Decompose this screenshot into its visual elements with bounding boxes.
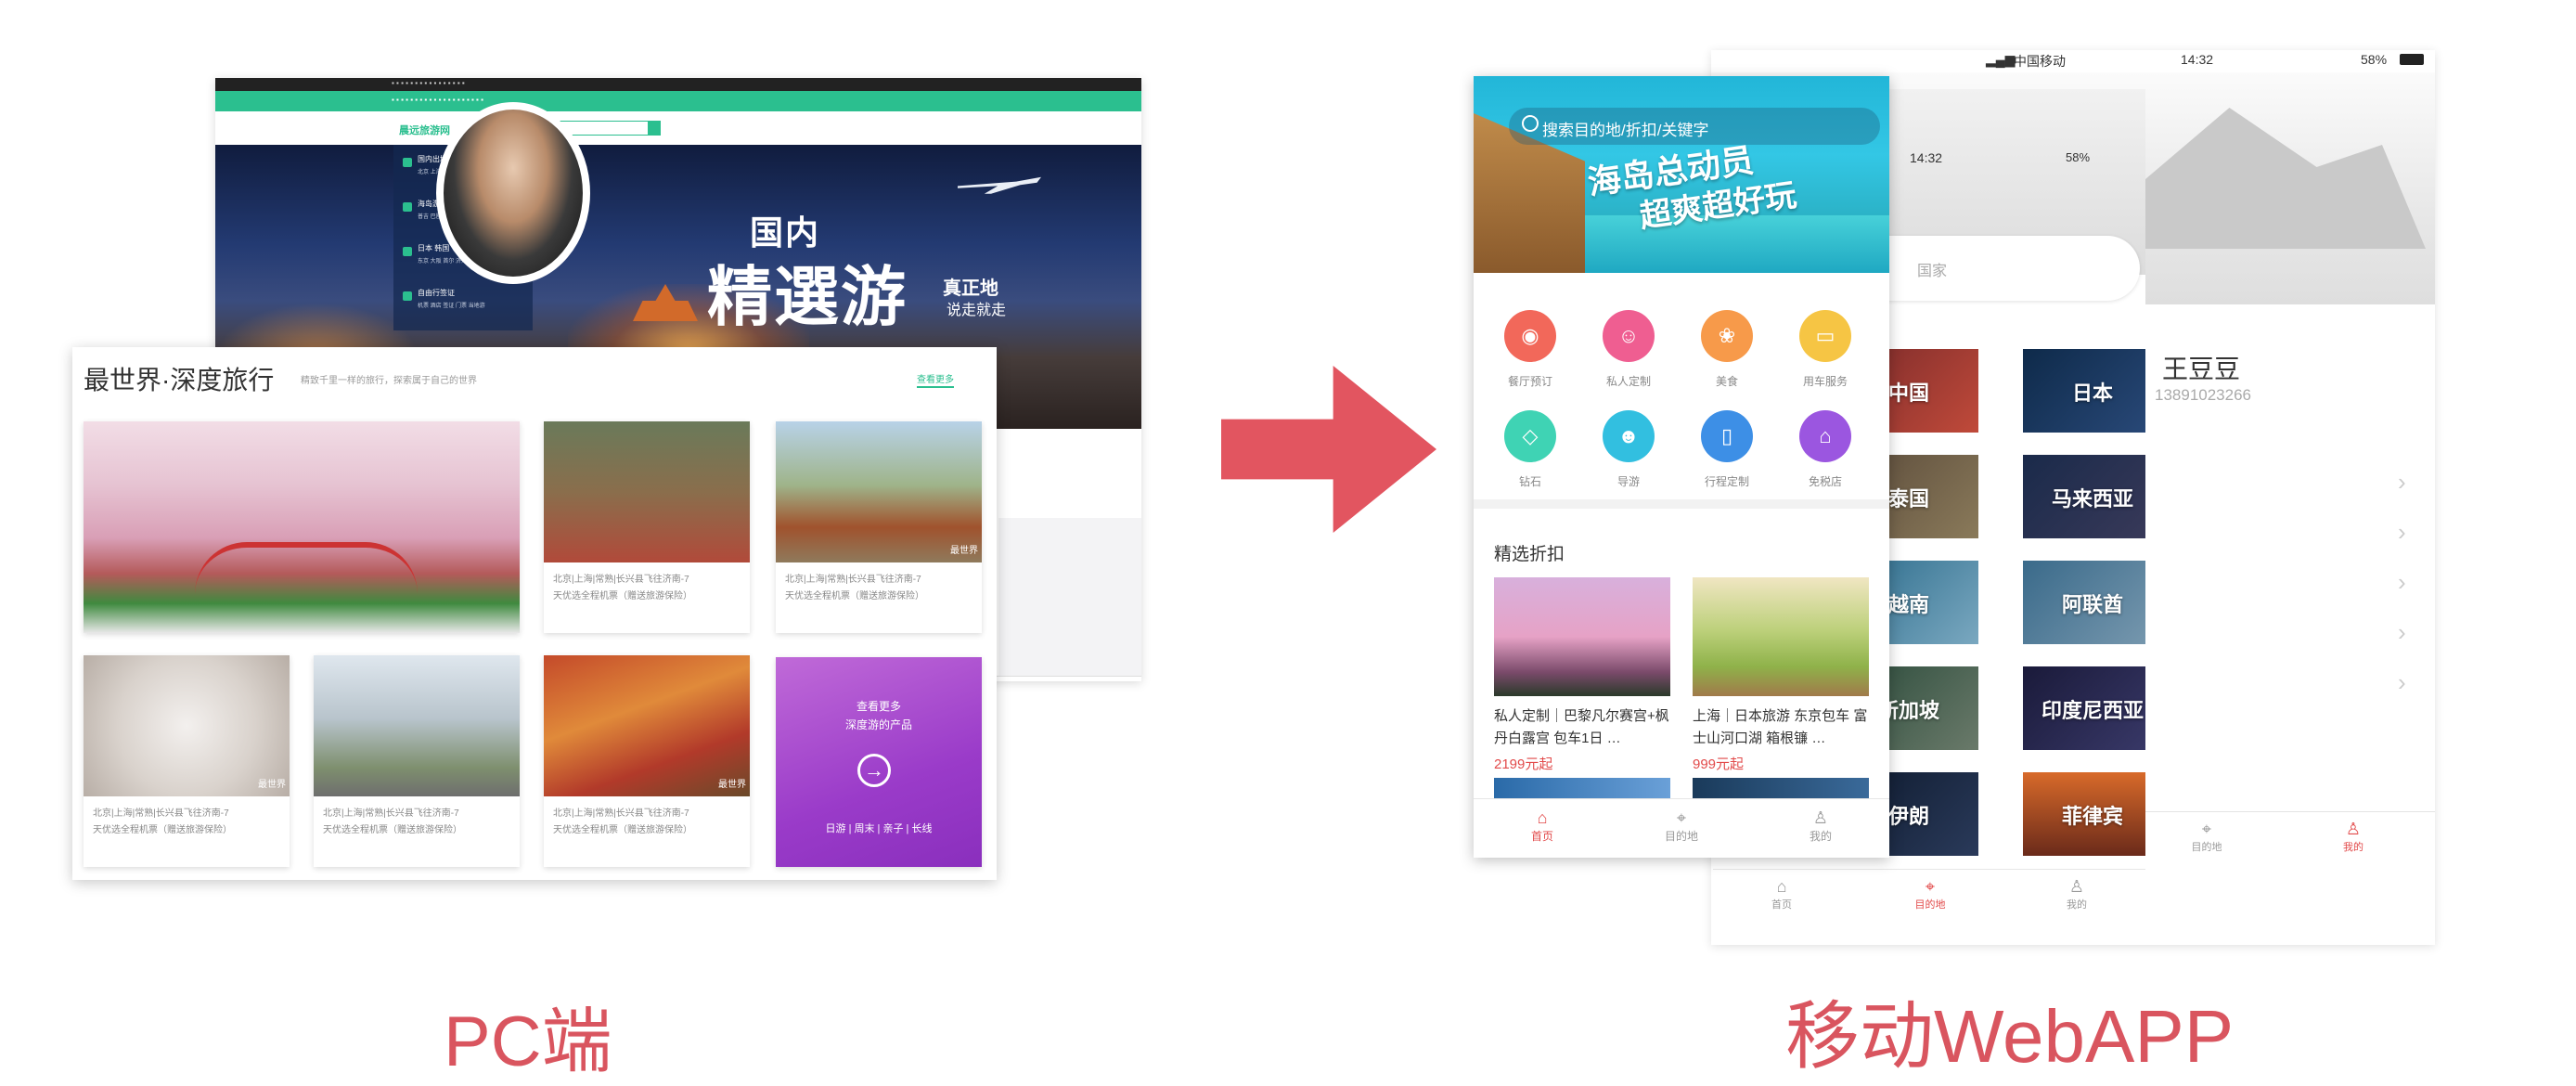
status-bar: ▂▄▆ 中国移动 14:32 58% xyxy=(1711,50,2435,72)
pc-search-button[interactable] xyxy=(648,121,661,136)
pc-menu-item[interactable]: 自由行签证 机票 酒店 签证 门票 当地游 xyxy=(403,286,523,323)
chevron-right-icon[interactable]: › xyxy=(2398,618,2406,647)
section-subtitle: 精致千里一样的旅行，探索属于自己的世界 xyxy=(301,376,477,386)
pc-card[interactable]: 北京|上海|常熟|长兴县飞往济南-7 天优选全程机票（赠送旅游保险） xyxy=(314,655,520,867)
plane-shape xyxy=(958,176,1041,194)
location-icon: ⌖ xyxy=(2201,820,2212,838)
location-icon: ⌖ xyxy=(1925,877,1936,896)
destination-image xyxy=(314,655,520,796)
tab-home[interactable]: ⌂ 首页 xyxy=(1745,877,1819,911)
tab-mine[interactable]: ♙ 我的 xyxy=(2040,877,2114,911)
arrow-right-icon: → xyxy=(857,754,891,787)
menu-bullet-icon xyxy=(403,202,412,212)
menu-bullet-icon xyxy=(403,247,412,256)
tab-destination[interactable]: ⌖ 目的地 xyxy=(1893,877,1967,911)
caption-mobile: 移动WebAPP xyxy=(1785,995,2235,1078)
user-icon: ♙ xyxy=(2068,877,2085,896)
menu-bullet-icon xyxy=(403,291,412,301)
chevron-right-icon[interactable]: › xyxy=(2398,668,2406,697)
category-item[interactable]: ◇ 钻石 xyxy=(1488,410,1572,489)
section-more-link[interactable]: 查看更多 xyxy=(917,371,954,388)
search-icon xyxy=(1522,115,1539,132)
bag-icon: ⌂ xyxy=(1799,410,1851,462)
menu-bullet-icon xyxy=(403,158,412,167)
home-tab-bar: ⌂ 首页 ⌖ 目的地 ♙ 我的 xyxy=(1474,798,1889,858)
destination-tile[interactable]: 菲律宾 xyxy=(2023,772,2145,856)
guide-icon: ☻ xyxy=(1603,410,1655,462)
destination-tile[interactable]: 马来西亚 xyxy=(2023,455,2145,538)
home-icon: ⌂ xyxy=(1537,808,1548,827)
pc-search-row: 晨远旅游网 请输入目的地/景点/关键字 xyxy=(215,111,1141,145)
avatar[interactable] xyxy=(436,102,590,284)
chevron-right-icon[interactable]: › xyxy=(2398,468,2406,497)
tab-mine[interactable]: ♙ 我的 xyxy=(1784,808,1858,844)
username: 王豆豆 xyxy=(2162,355,2241,383)
banner-text-4: 说走就走 xyxy=(947,303,1007,318)
category-item[interactable]: ▯ 行程定制 xyxy=(1685,410,1769,489)
destination-image xyxy=(544,421,750,562)
pc-card[interactable]: 最世界 北京|上海|常熟|长兴县飞往济南-7 天优选全程机票（赠送旅游保险） xyxy=(544,655,750,867)
user-icon: ♙ xyxy=(2345,820,2362,838)
banner-text-3: 真正地 xyxy=(943,278,998,299)
user-icon: ♙ xyxy=(1812,808,1829,827)
category-item[interactable]: ☻ 导游 xyxy=(1587,410,1670,489)
deal-image xyxy=(1693,577,1869,696)
cherry-blossom-image xyxy=(84,421,520,633)
section-title: 最世界·深度旅行 xyxy=(84,366,275,394)
right-arrow-icon xyxy=(1221,366,1436,533)
pc-card[interactable]: 北京|上海|常熟|长兴县飞往济南-7 天优选全程机票（赠送旅游保险） xyxy=(544,421,750,633)
pc-card-large[interactable] xyxy=(84,421,520,633)
notebook-icon: ▯ xyxy=(1701,410,1753,462)
destination-tile[interactable]: 阿联酋 xyxy=(2023,561,2145,644)
more-products-card[interactable]: 查看更多 深度游的产品 → 日游 | 周末 | 亲子 | 长线 xyxy=(776,657,982,867)
tab-destination[interactable]: ⌖ 目的地 xyxy=(1644,808,1719,844)
car-icon: ▭ xyxy=(1799,310,1851,362)
pc-card[interactable]: 最世界 北京|上海|常熟|长兴县飞往济南-7 天优选全程机票（赠送旅游保险） xyxy=(776,421,982,633)
deal-image xyxy=(1494,577,1670,696)
chevron-right-icon[interactable]: › xyxy=(2398,568,2406,597)
food-icon: ❀ xyxy=(1701,310,1753,362)
section-title: 精选折扣 xyxy=(1494,545,1565,564)
category-item[interactable]: ❀ 美食 xyxy=(1685,310,1769,389)
deal-card[interactable]: 上海｜日本旅游 东京包车 富士山河口湖 箱根镰 … 999元起 xyxy=(1693,577,1869,773)
home-icon: ⌂ xyxy=(1776,877,1787,896)
pc-green-nav: ▪ ▪ ▪ ▪ ▪ ▪ ▪ ▪ ▪ ▪ ▪ ▪ ▪ ▪ ▪ ▪ ▪ ▪ ▪ ▪ xyxy=(215,91,1141,111)
category-item[interactable]: ▭ 用车服务 xyxy=(1784,310,1867,389)
bowl-icon: ◉ xyxy=(1504,310,1556,362)
tab-destination[interactable]: ⌖ 目的地 xyxy=(2170,820,2244,854)
tab-home[interactable]: ⌂ 首页 xyxy=(1505,808,1579,844)
pc-card[interactable]: 最世界 北京|上海|常熟|长兴县飞往济南-7 天优选全程机票（赠送旅游保险） xyxy=(84,655,290,867)
battery-icon xyxy=(2400,54,2424,65)
chevron-right-icon[interactable]: › xyxy=(2398,518,2406,547)
mobile-home-screenshot: 搜索目的地/折扣/关键字 海岛总动员 超爽超好玩 ◉ 餐厅预订 ☺ 私人定制 ❀ 美食… xyxy=(1474,76,1889,858)
pc-logo: 晨远旅游网 xyxy=(399,125,450,136)
destination-tile[interactable]: 印度尼西亚 xyxy=(2023,666,2145,750)
diamond-icon: ◇ xyxy=(1504,410,1556,462)
pc-section-screenshot: 最世界·深度旅行 精致千里一样的旅行，探索属于自己的世界 查看更多 北京|上海|… xyxy=(72,347,997,880)
tab-mine[interactable]: ♙ 我的 xyxy=(2316,820,2390,854)
category-item[interactable]: ☺ 私人定制 xyxy=(1587,310,1670,389)
deal-card[interactable]: 私人定制｜巴黎凡尔赛宫+枫丹白露宫 包车1日 … 2199元起 xyxy=(1494,577,1670,773)
banner-headline: 精選游 xyxy=(707,261,908,333)
home-banner: 搜索目的地/折扣/关键字 海岛总动员 超爽超好玩 xyxy=(1474,76,1889,273)
pc-top-bar: ▪ ▪ ▪ ▪ ▪ ▪ ▪ ▪ ▪ ▪ ▪ ▪ ▪ ▪ ▪ ▪ xyxy=(215,78,1141,91)
home-search-input[interactable]: 搜索目的地/折扣/关键字 xyxy=(1509,108,1880,145)
person-icon: ☺ xyxy=(1603,310,1655,362)
deal-price: 999元起 xyxy=(1693,756,1745,772)
destination-tab-bar: ⌂ 首页 ⌖ 目的地 ♙ 我的 xyxy=(1713,869,2145,925)
destination-tile[interactable]: 日本 xyxy=(2023,349,2145,433)
location-icon: ⌖ xyxy=(1676,808,1687,827)
red-bridge-shape xyxy=(195,542,418,594)
category-item[interactable]: ◉ 餐厅预订 xyxy=(1488,310,1572,389)
category-item[interactable]: ⌂ 免税店 xyxy=(1784,410,1867,489)
user-phone: 13891023266 xyxy=(2155,386,2252,404)
caption-pc: PC端 xyxy=(444,1002,612,1081)
deal-price: 2199元起 xyxy=(1494,756,1553,772)
